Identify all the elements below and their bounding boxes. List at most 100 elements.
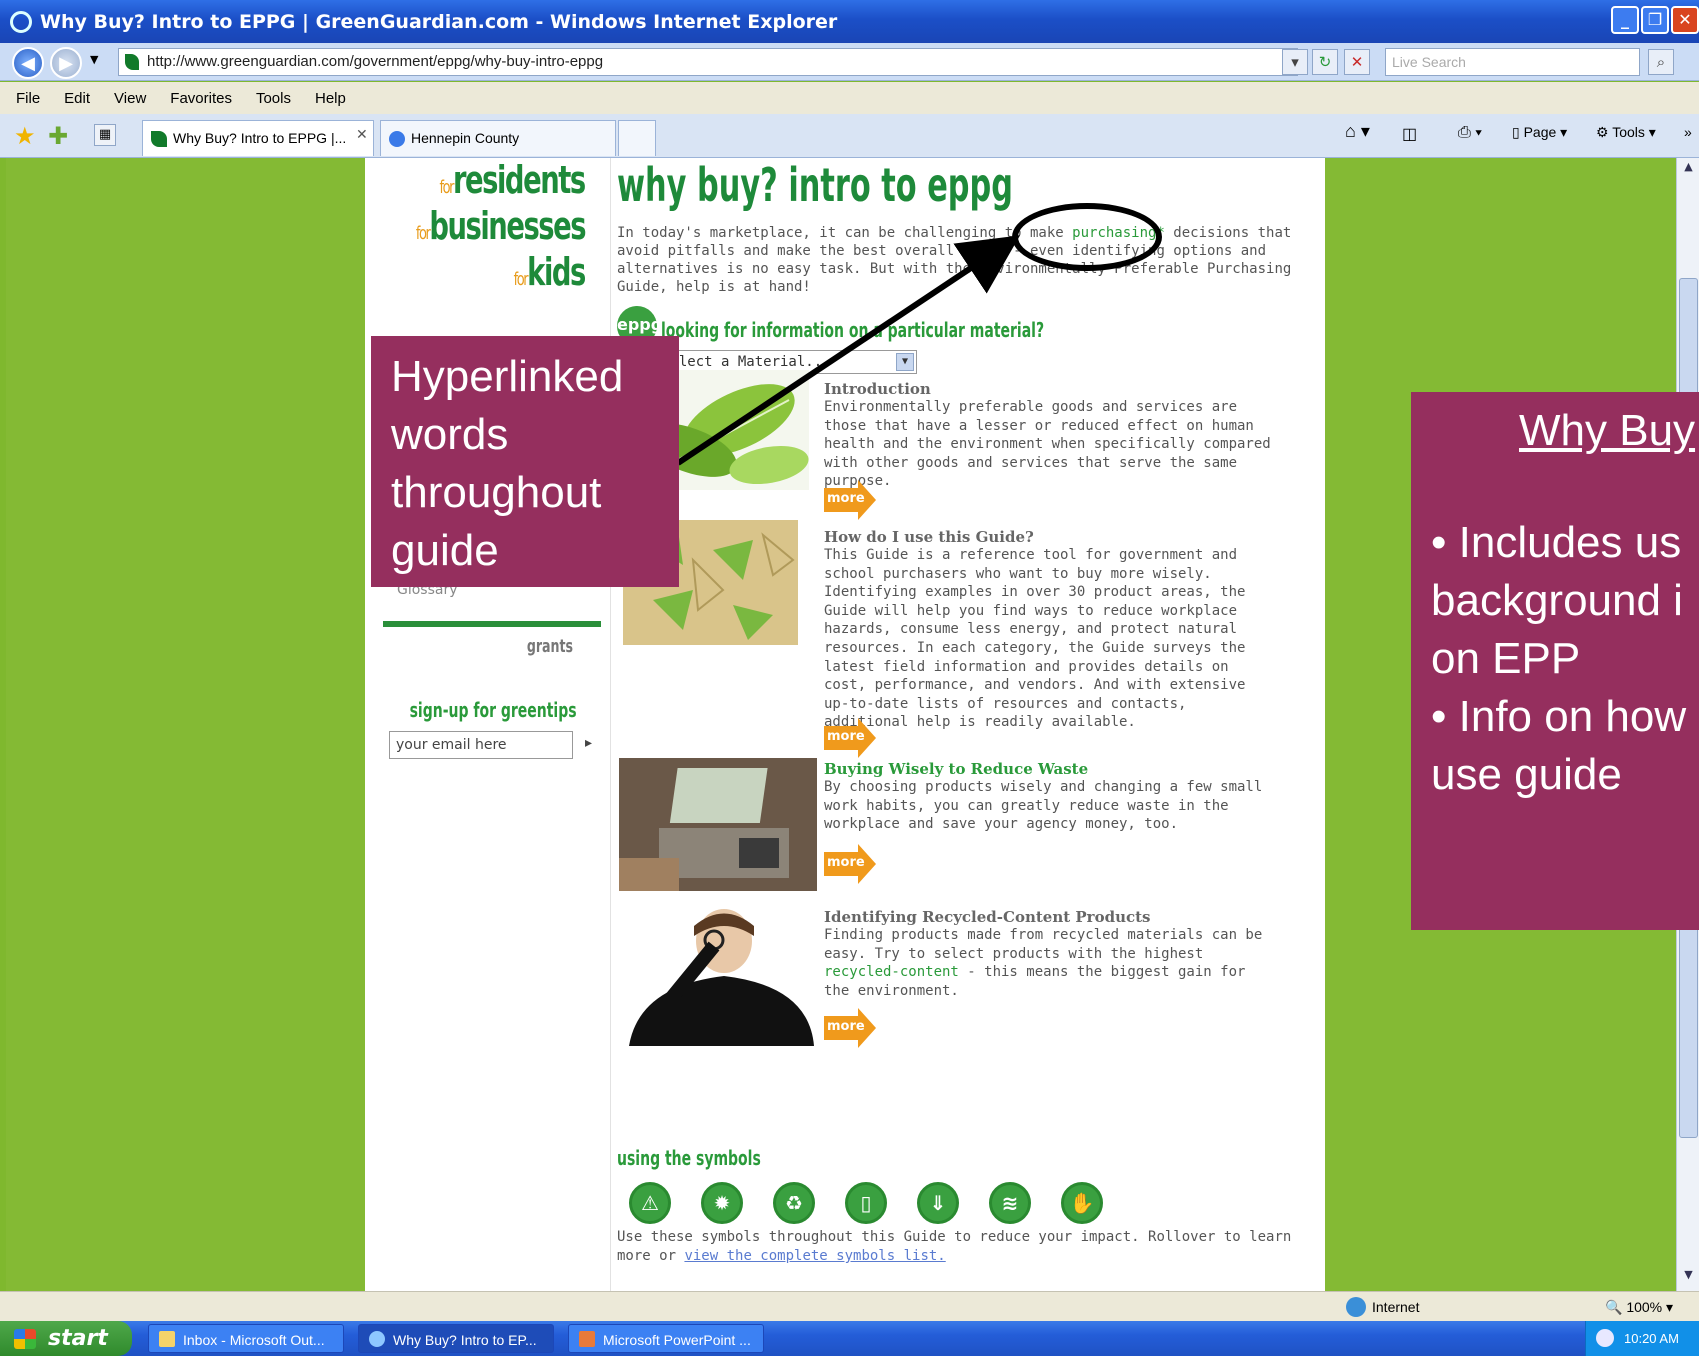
page-title: why buy? intro to eppg xyxy=(617,158,1013,212)
print-icon[interactable]: ⎙ ▾ xyxy=(1458,124,1482,142)
symbols-text: Use these symbols throughout this Guide … xyxy=(617,1229,1292,1264)
annotation-ellipse xyxy=(1012,203,1162,271)
grants-link[interactable]: grants xyxy=(527,636,573,657)
tab-why-buy[interactable]: Why Buy? Intro to EPPG |... xyxy=(142,120,374,156)
page-menu[interactable]: ▯ Page ▾ xyxy=(1512,124,1567,141)
more-button[interactable] xyxy=(824,480,876,520)
section-body: Environmentally preferable goods and ser… xyxy=(824,399,1271,489)
security-zone: Internet xyxy=(1345,1297,1420,1317)
close-tab-icon[interactable]: ✕ xyxy=(356,127,368,143)
restore-icon[interactable]: ❐ xyxy=(1641,6,1669,34)
scroll-down-icon[interactable]: ▼ xyxy=(1679,1268,1698,1288)
air-symbol-icon[interactable]: ≋ xyxy=(989,1182,1031,1224)
web-page: forresidents forbusinesses forkids Gloss… xyxy=(365,158,1325,1291)
site-favicon-icon xyxy=(125,54,139,70)
container-symbol-icon[interactable]: ▯ xyxy=(845,1182,887,1224)
recycle-symbol-icon[interactable]: ♻ xyxy=(773,1182,815,1224)
quick-tabs-icon[interactable]: ▦ xyxy=(94,124,116,146)
more-commands-icon[interactable]: » xyxy=(1684,124,1692,140)
menu-help[interactable]: Help xyxy=(315,90,346,107)
more-button[interactable] xyxy=(824,1008,876,1048)
section-body: Finding products made from recycled mate… xyxy=(824,927,1263,999)
close-icon[interactable]: ✕ xyxy=(1671,6,1699,34)
email-submit-icon[interactable]: ▸ xyxy=(585,735,592,751)
tab-label: Why Buy? Intro to EPPG |... xyxy=(173,130,347,146)
new-tab-button[interactable] xyxy=(618,120,656,156)
ie-icon xyxy=(369,1331,385,1347)
minimize-icon[interactable]: _ xyxy=(1611,6,1639,34)
section-body: By choosing products wisely and changing… xyxy=(824,779,1263,832)
task-outlook[interactable]: Inbox - Microsoft Out... xyxy=(148,1324,344,1353)
zoom-level[interactable]: 🔍 100% ▾ xyxy=(1605,1299,1673,1316)
callout-line: Hyperlinked xyxy=(391,352,624,401)
chevron-down-icon[interactable]: ▼ xyxy=(896,353,914,371)
callout-line: throughout xyxy=(391,468,602,517)
tab-hennepin-county[interactable]: Hennepin County xyxy=(380,120,616,156)
section-body: This Guide is a reference tool for gover… xyxy=(824,547,1246,731)
stop-icon[interactable]: ✕ xyxy=(1344,49,1370,75)
tools-menu[interactable]: ⚙ Tools ▾ xyxy=(1596,124,1656,141)
favorites-star-icon[interactable]: ★ xyxy=(14,122,36,150)
powerpoint-icon xyxy=(579,1331,595,1347)
address-bar: ◀ ▶ ▼ http://www.greenguardian.com/gover… xyxy=(0,43,1699,81)
history-dropdown-icon[interactable]: ▼ xyxy=(90,53,98,66)
task-powerpoint[interactable]: Microsoft PowerPoint ... xyxy=(568,1324,764,1353)
symbols-list-link[interactable]: view the complete symbols list. xyxy=(684,1248,945,1264)
recycled-content-link[interactable]: recycled-content xyxy=(824,964,959,980)
clock[interactable]: 10:20 AM xyxy=(1624,1331,1679,1346)
section-title[interactable]: How do I use this Guide? xyxy=(824,528,1034,546)
section-title[interactable]: Buying Wisely to Reduce Waste xyxy=(824,760,1088,778)
section-title[interactable]: Identifying Recycled-Content Products xyxy=(824,908,1150,926)
email-input[interactable]: your email here xyxy=(389,731,573,759)
symbols-heading: using the symbols xyxy=(617,1146,761,1170)
cash-register-image xyxy=(619,758,817,891)
window-title: Why Buy? Intro to EPPG | GreenGuardian.c… xyxy=(40,10,838,33)
callout-box: Hyperlinked words throughout guide xyxy=(371,336,679,587)
taskbar: start Inbox - Microsoft Out... Why Buy? … xyxy=(0,1321,1699,1356)
left-navigation: forresidents forbusinesses forkids Gloss… xyxy=(365,158,603,1291)
tab-favicon-icon xyxy=(151,131,167,147)
menu-edit[interactable]: Edit xyxy=(64,90,90,107)
divider xyxy=(383,621,601,627)
main-content: why buy? intro to eppg In today's market… xyxy=(610,158,1325,1291)
energy-symbol-icon[interactable]: ✹ xyxy=(701,1182,743,1224)
side-panel-line: on EPP xyxy=(1431,634,1581,683)
section-title[interactable]: Introduction xyxy=(824,380,931,398)
hand-symbol-icon[interactable]: ✋ xyxy=(1061,1182,1103,1224)
system-tray: 10:20 AM xyxy=(1585,1321,1699,1356)
live-search-input[interactable]: Live Search xyxy=(1385,48,1640,76)
back-button[interactable]: ◀ xyxy=(12,47,44,79)
menu-file[interactable]: File xyxy=(16,90,40,107)
refresh-icon[interactable]: ↻ xyxy=(1312,49,1338,75)
feeds-icon[interactable]: ◫ xyxy=(1402,124,1417,144)
water-symbol-icon[interactable]: ⇓ xyxy=(917,1182,959,1224)
for-residents-link[interactable]: forresidents xyxy=(440,158,587,202)
forward-button[interactable]: ▶ xyxy=(50,47,82,79)
scroll-up-icon[interactable]: ▲ xyxy=(1679,160,1698,180)
more-button[interactable] xyxy=(824,844,876,884)
url-field[interactable]: http://www.greenguardian.com/government/… xyxy=(118,48,1298,76)
menu-tools[interactable]: Tools xyxy=(256,90,291,107)
menu-bar: File Edit View Favorites Tools Help xyxy=(0,82,1699,114)
for-kids-link[interactable]: forkids xyxy=(514,250,587,294)
ie-logo-icon xyxy=(10,10,32,33)
side-panel: Why Buy • Includes us background i on EP… xyxy=(1411,392,1699,930)
home-icon[interactable]: ⌂ ▾ xyxy=(1345,121,1370,142)
outlook-icon xyxy=(159,1331,175,1347)
url-dropdown-icon[interactable]: ▾ xyxy=(1282,49,1308,75)
side-panel-line: • Info on how xyxy=(1431,692,1687,741)
window-title-bar: Why Buy? Intro to EPPG | GreenGuardian.c… xyxy=(0,0,1699,43)
for-businesses-link[interactable]: forbusinesses xyxy=(416,204,587,248)
intro-paragraph: In today's marketplace, it can be challe… xyxy=(617,225,1292,295)
warning-symbol-icon[interactable]: ⚠ xyxy=(629,1182,671,1224)
add-favorite-icon[interactable]: ✚ xyxy=(48,122,68,150)
callout-line: words xyxy=(391,410,509,459)
menu-favorites[interactable]: Favorites xyxy=(170,90,232,107)
side-panel-title: Why Buy xyxy=(1519,406,1696,455)
search-icon[interactable]: ⌕ xyxy=(1648,49,1674,75)
more-button[interactable] xyxy=(824,718,876,758)
menu-view[interactable]: View xyxy=(114,90,146,107)
ie-page-icon xyxy=(389,131,405,147)
start-button[interactable]: start xyxy=(0,1321,132,1356)
task-internet-explorer[interactable]: Why Buy? Intro to EP... xyxy=(358,1324,554,1353)
